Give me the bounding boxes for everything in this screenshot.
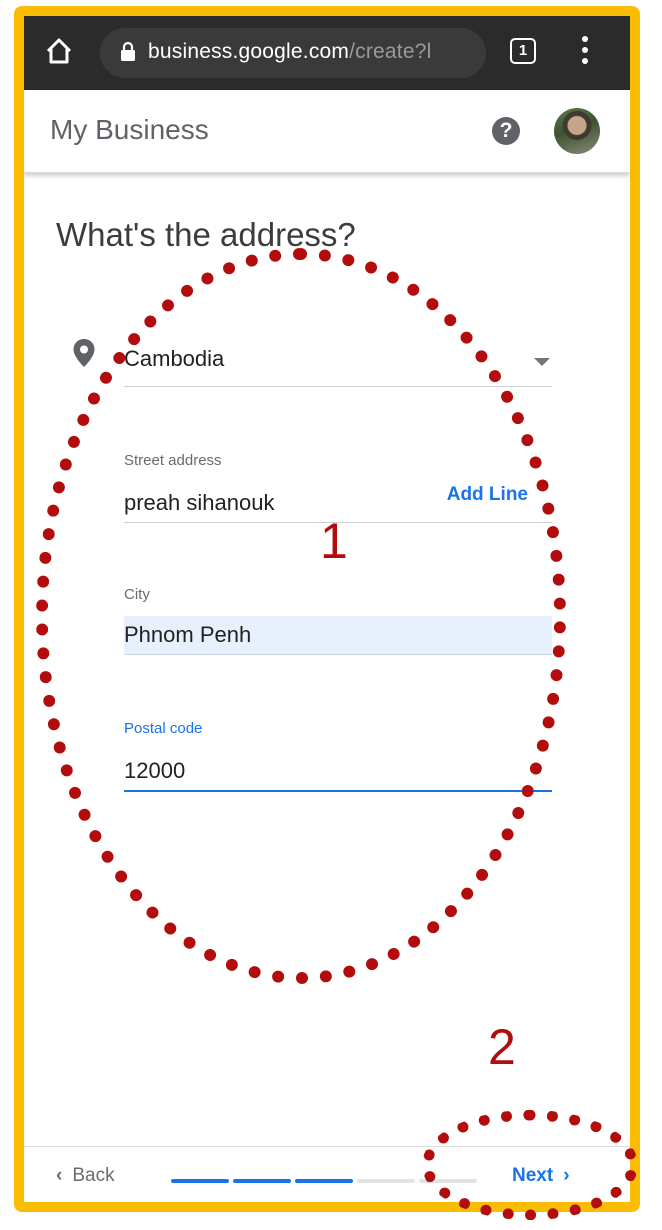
app-header: My Business ? (24, 90, 630, 173)
tab-switcher-icon[interactable]: 1 (510, 38, 536, 64)
chevron-down-icon (534, 358, 550, 366)
annotation-label-2: 2 (488, 1019, 516, 1075)
annotation-ellipse-next (422, 1110, 638, 1220)
back-label: Back (72, 1165, 115, 1186)
progress-segment (171, 1179, 229, 1183)
browser-toolbar: business.google.com/create?l 1 (24, 16, 630, 90)
chevron-left-icon: ‹ (56, 1165, 63, 1186)
progress-segment (357, 1179, 415, 1183)
more-options-icon[interactable] (581, 36, 589, 68)
annotation-ellipse-form (36, 248, 566, 984)
lock-icon (121, 42, 135, 61)
annotation-label-1: 1 (320, 513, 348, 569)
progress-segment (233, 1179, 291, 1183)
address-bar[interactable]: business.google.com/create?l (100, 28, 486, 78)
avatar[interactable] (554, 108, 600, 154)
location-pin-icon (73, 339, 95, 367)
url-host: business.google.com (148, 40, 350, 63)
url-text: business.google.com/create?l (148, 40, 478, 64)
url-path: /create?l (349, 40, 432, 63)
back-button[interactable]: ‹ Back (56, 1165, 115, 1187)
progress-segment (295, 1179, 353, 1183)
app-title: My Business (50, 114, 209, 145)
help-icon[interactable]: ? (492, 117, 520, 145)
home-icon[interactable] (44, 36, 74, 66)
